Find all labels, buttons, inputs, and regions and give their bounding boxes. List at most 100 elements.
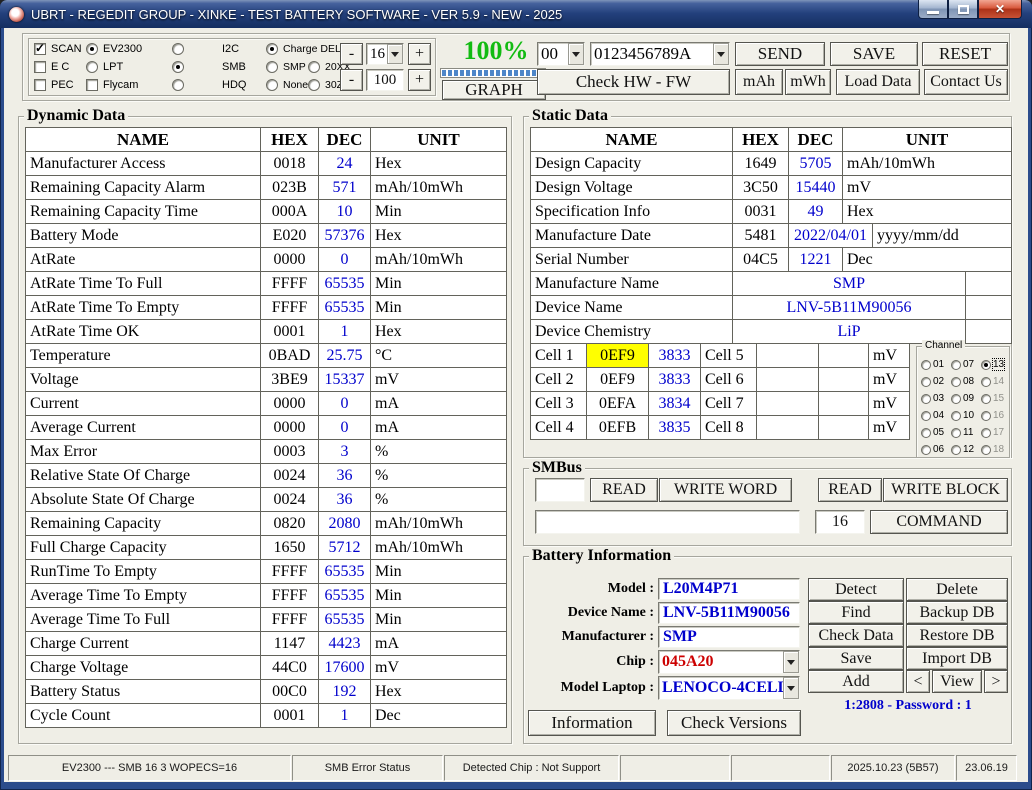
channel-radio[interactable]: 04: [921, 410, 951, 421]
contact-us-button[interactable]: Contact Us: [924, 69, 1008, 95]
charge-dell-radio[interactable]: Charge DELL: [266, 43, 347, 55]
smbus-block-input[interactable]: [535, 510, 800, 534]
import-db-button[interactable]: Import DB: [906, 647, 1008, 670]
channel-radio[interactable]: 14: [981, 376, 1010, 387]
channel-radio[interactable]: 12: [951, 444, 981, 455]
load-data-button[interactable]: Load Data: [836, 69, 920, 95]
lpt-radio[interactable]: LPT: [86, 61, 123, 73]
smbus-word-input[interactable]: [535, 478, 585, 502]
scan-checkbox-box[interactable]: [34, 43, 46, 55]
check-versions-button[interactable]: Check Versions: [667, 710, 801, 736]
i2c-radio[interactable]: I2C: [172, 43, 239, 55]
command-count-input[interactable]: [815, 510, 865, 534]
smp-radio[interactable]: SMP: [266, 61, 306, 73]
channel-radio[interactable]: 11: [951, 427, 981, 438]
channel-radio[interactable]: 16: [981, 410, 1010, 421]
reset-button[interactable]: RESET: [922, 42, 1008, 66]
channel-radio-circle[interactable]: [921, 428, 931, 438]
maximize-button[interactable]: [948, 0, 978, 19]
pec-checkbox-box[interactable]: [34, 79, 46, 91]
write-word-button[interactable]: WRITE WORD: [659, 478, 792, 502]
check-data-button[interactable]: Check Data: [808, 624, 904, 647]
chip-select[interactable]: 045A20: [658, 650, 800, 674]
information-button[interactable]: Information: [528, 710, 656, 736]
device-name-input[interactable]: [658, 602, 800, 624]
restore-db-button[interactable]: Restore DB: [906, 624, 1008, 647]
none-radio[interactable]: None: [266, 79, 308, 91]
write-block-button[interactable]: WRITE BLOCK: [883, 478, 1008, 502]
channel-radio[interactable]: 05: [921, 427, 951, 438]
dropdown-arrow-icon[interactable]: [568, 43, 584, 65]
minimize-button[interactable]: [918, 0, 948, 19]
channel-radio-circle[interactable]: [921, 360, 931, 370]
dropdown-arrow-icon[interactable]: [783, 651, 799, 673]
channel-radio-circle[interactable]: [981, 428, 991, 438]
model-laptop-select[interactable]: LENOCO-4CELL: [658, 676, 800, 700]
count-input[interactable]: [366, 69, 404, 91]
channel-radio-circle[interactable]: [951, 377, 961, 387]
save-db-button[interactable]: Save: [808, 647, 904, 670]
next-button[interactable]: >: [984, 670, 1008, 693]
channel-radio-circle[interactable]: [921, 394, 931, 404]
address-combo[interactable]: 16: [366, 43, 404, 65]
mah-button[interactable]: mAh: [735, 69, 783, 95]
ev2300-radio[interactable]: EV2300: [86, 43, 142, 55]
backup-db-button[interactable]: Backup DB: [906, 601, 1008, 624]
channel-radio[interactable]: 08: [951, 376, 981, 387]
channel-radio[interactable]: 01: [921, 359, 951, 370]
detect-button[interactable]: Detect: [808, 578, 904, 601]
mwh-button[interactable]: mWh: [785, 69, 831, 95]
check-hw-fw-button[interactable]: Check HW - FW: [537, 69, 730, 95]
channel-radio-circle[interactable]: [951, 360, 961, 370]
scan-checkbox[interactable]: SCAN: [34, 43, 82, 55]
count-minus-button[interactable]: -: [340, 69, 363, 91]
count-plus-button[interactable]: +: [408, 69, 431, 91]
channel-radio-circle[interactable]: [981, 377, 991, 387]
channel-radio[interactable]: 03: [921, 393, 951, 404]
ec-checkbox[interactable]: E C: [34, 61, 69, 73]
hdq-radio[interactable]: HDQ: [172, 79, 246, 91]
read-block-button[interactable]: READ: [818, 478, 882, 502]
add-button[interactable]: Add: [808, 670, 904, 693]
channel-radio-circle[interactable]: [981, 445, 991, 455]
ec-checkbox-box[interactable]: [34, 61, 46, 73]
channel-radio[interactable]: 06: [921, 444, 951, 455]
dropdown-arrow-icon[interactable]: [713, 43, 729, 65]
channel-radio-circle[interactable]: [921, 377, 931, 387]
channel-radio-circle[interactable]: [921, 411, 931, 421]
channel-radio-circle[interactable]: [951, 428, 961, 438]
dropdown-arrow-icon[interactable]: [783, 677, 799, 699]
flycam-checkbox[interactable]: Flycam: [86, 79, 138, 91]
send-button[interactable]: SEND: [735, 42, 825, 66]
command-select[interactable]: 00: [537, 42, 585, 66]
channel-radio-circle[interactable]: [981, 411, 991, 421]
smb-radio[interactable]: SMB: [172, 61, 246, 73]
address-minus-button[interactable]: -: [340, 43, 363, 65]
address-plus-button[interactable]: +: [408, 43, 431, 65]
find-button[interactable]: Find: [808, 601, 904, 624]
channel-radio-circle[interactable]: [981, 394, 991, 404]
view-button[interactable]: View: [932, 670, 982, 693]
channel-radio[interactable]: 13: [981, 359, 1010, 370]
channel-radio-circle[interactable]: [951, 394, 961, 404]
channel-radio-circle[interactable]: [921, 445, 931, 455]
channel-radio[interactable]: 07: [951, 359, 981, 370]
model-input[interactable]: [658, 578, 800, 600]
close-button[interactable]: ✕: [978, 0, 1022, 19]
read-word-button[interactable]: READ: [590, 478, 658, 502]
save-button[interactable]: SAVE: [830, 42, 918, 66]
delete-button[interactable]: Delete: [906, 578, 1008, 601]
channel-radio[interactable]: 09: [951, 393, 981, 404]
command-button[interactable]: COMMAND: [870, 510, 1008, 534]
data-select[interactable]: 0123456789A: [590, 42, 730, 66]
channel-radio[interactable]: 10: [951, 410, 981, 421]
graph-button[interactable]: GRAPH: [442, 80, 546, 100]
channel-radio-circle[interactable]: [951, 411, 961, 421]
channel-radio-circle[interactable]: [951, 445, 961, 455]
channel-radio[interactable]: 17: [981, 427, 1010, 438]
channel-radio-circle[interactable]: [981, 360, 991, 370]
prev-button[interactable]: <: [906, 670, 930, 693]
channel-radio[interactable]: 18: [981, 444, 1010, 455]
channel-radio[interactable]: 15: [981, 393, 1010, 404]
manufacturer-input[interactable]: [658, 626, 800, 648]
